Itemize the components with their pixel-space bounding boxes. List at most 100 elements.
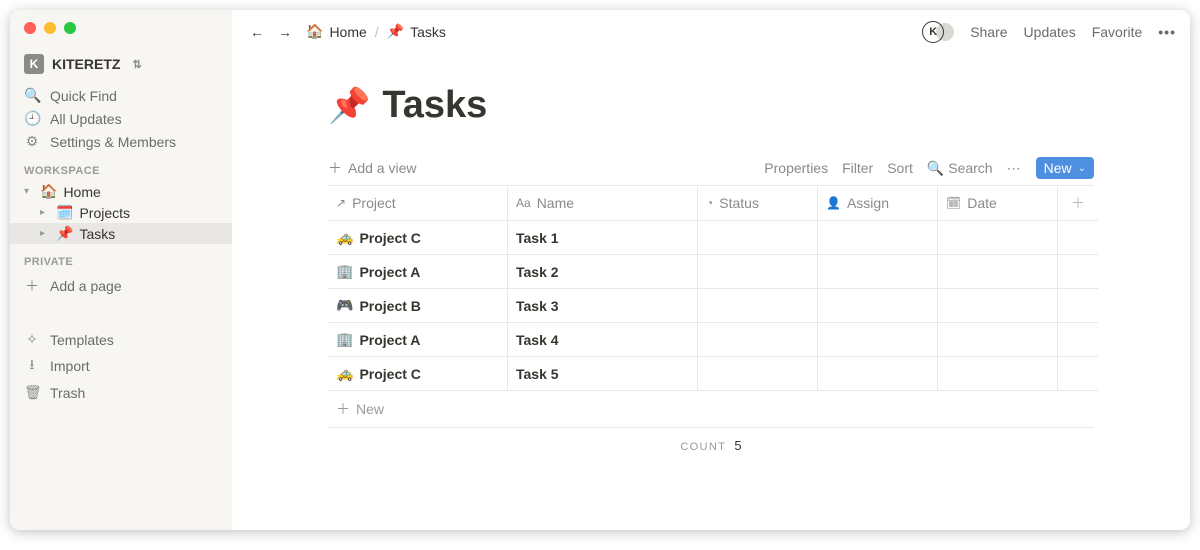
cell-name[interactable]: Task 1 bbox=[508, 221, 698, 255]
cell-project-text: Project A bbox=[359, 264, 420, 280]
cell-assign[interactable] bbox=[818, 255, 938, 289]
nav-forward-button[interactable]: → bbox=[274, 22, 296, 42]
cell-date[interactable] bbox=[938, 357, 1058, 391]
tree-tasks-label: Tasks bbox=[79, 226, 115, 242]
col-date-label: Date bbox=[967, 195, 997, 211]
share-button[interactable]: Share bbox=[970, 24, 1007, 40]
breadcrumb-current[interactable]: 📌 Tasks bbox=[387, 23, 446, 40]
avatar[interactable]: K bbox=[922, 21, 944, 43]
col-assign[interactable]: 👤Assign bbox=[818, 187, 938, 221]
cell-status[interactable] bbox=[698, 357, 818, 391]
cell-empty bbox=[1058, 289, 1098, 323]
gear-icon: ⚙ bbox=[24, 133, 40, 150]
maximize-window-dot[interactable] bbox=[64, 22, 76, 34]
caret-right-icon: ▸ bbox=[40, 228, 50, 239]
project-emoji-icon: 🚕 bbox=[336, 229, 353, 246]
trash[interactable]: 🗑 Trash bbox=[10, 381, 232, 404]
cell-name[interactable]: Task 2 bbox=[508, 255, 698, 289]
cell-project-text: Project B bbox=[359, 298, 420, 314]
templates-icon: ✧ bbox=[24, 331, 40, 348]
search-label: Search bbox=[948, 160, 992, 176]
col-date[interactable]: 🗓 Date bbox=[938, 187, 1058, 221]
pin-icon: 📌 bbox=[387, 23, 404, 40]
search-button[interactable]: 🔍 Search bbox=[927, 160, 993, 177]
table-row[interactable]: 🏢Project ATask 2 bbox=[328, 255, 1094, 289]
count-value: 5 bbox=[734, 438, 741, 453]
plus-icon: ＋ bbox=[336, 399, 350, 419]
cell-project[interactable]: 🚕Project C bbox=[328, 221, 508, 255]
updates-button[interactable]: Updates bbox=[1024, 24, 1076, 40]
workspace-name: KITERETZ bbox=[52, 56, 120, 72]
properties-button[interactable]: Properties bbox=[764, 160, 828, 176]
add-view-button[interactable]: ＋ Add a view bbox=[328, 158, 416, 178]
col-assign-label: Assign bbox=[847, 195, 889, 211]
cell-project[interactable]: 🚕 Project C bbox=[328, 357, 508, 391]
cell-assign[interactable] bbox=[818, 357, 938, 391]
table-row[interactable]: 🚕 Project C Task 5 bbox=[328, 357, 1094, 391]
cell-name[interactable]: Task 4 bbox=[508, 323, 698, 357]
col-name[interactable]: AaName bbox=[508, 187, 698, 221]
table-row[interactable]: 🏢Project ATask 4 bbox=[328, 323, 1094, 357]
select-icon: ◔ bbox=[706, 196, 713, 210]
workspace-badge: K bbox=[24, 54, 44, 74]
quick-find[interactable]: 🔍 Quick Find bbox=[10, 84, 232, 107]
cell-project[interactable]: 🏢Project A bbox=[328, 323, 508, 357]
close-window-dot[interactable] bbox=[24, 22, 36, 34]
page-title[interactable]: 📌 Tasks bbox=[328, 84, 1094, 127]
templates[interactable]: ✧ Templates bbox=[10, 328, 232, 351]
cell-project[interactable]: 🏢Project A bbox=[328, 255, 508, 289]
breadcrumb-home[interactable]: 🏠 Home bbox=[306, 23, 367, 40]
cell-date[interactable] bbox=[938, 255, 1058, 289]
minimize-window-dot[interactable] bbox=[44, 22, 56, 34]
tree-home[interactable]: ▾ 🏠 Home bbox=[10, 181, 232, 202]
cell-date[interactable] bbox=[938, 289, 1058, 323]
settings-members[interactable]: ⚙ Settings & Members bbox=[10, 130, 232, 153]
count-row: COUNT 5 bbox=[328, 428, 1094, 463]
col-project[interactable]: ↗Project bbox=[328, 187, 508, 221]
new-row-button[interactable]: ＋ New bbox=[328, 391, 1094, 428]
add-column-button[interactable]: ＋ bbox=[1058, 186, 1098, 221]
nav-back-button[interactable]: ← bbox=[246, 22, 268, 42]
cell-status[interactable] bbox=[698, 289, 818, 323]
table-row[interactable]: 🚕Project CTask 1 bbox=[328, 221, 1094, 255]
cell-name[interactable]: Task 5 bbox=[508, 357, 698, 391]
chevron-down-icon: ⌄ bbox=[1078, 163, 1086, 174]
search-icon: 🔍 bbox=[927, 160, 944, 176]
calendar-icon: 🗓️ bbox=[56, 204, 73, 221]
add-page[interactable]: ＋ Add a page bbox=[10, 272, 232, 300]
more-menu-button[interactable]: ••• bbox=[1158, 24, 1176, 40]
col-status-label: Status bbox=[719, 195, 759, 211]
project-emoji-icon: 🚕 bbox=[336, 365, 353, 382]
sidebar-section-workspace: WORKSPACE bbox=[10, 153, 232, 181]
sort-button[interactable]: Sort bbox=[887, 160, 913, 176]
all-updates[interactable]: 🕘 All Updates bbox=[10, 107, 232, 130]
cell-project-text: Project C bbox=[359, 366, 420, 382]
tree-tasks[interactable]: ▸ 📌 Tasks bbox=[10, 223, 232, 244]
table-row[interactable]: 🎮Project BTask 3 bbox=[328, 289, 1094, 323]
new-row-label: New bbox=[356, 401, 384, 417]
filter-button[interactable]: Filter bbox=[842, 160, 873, 176]
cell-name-text: Task 5 bbox=[516, 366, 559, 382]
chevron-updown-icon: ⇅ bbox=[132, 58, 141, 71]
cell-status[interactable] bbox=[698, 323, 818, 357]
table: ↗Project AaName ◔ Status 👤Assign 🗓 Date ＋ … bbox=[328, 185, 1094, 463]
cell-assign[interactable] bbox=[818, 323, 938, 357]
cell-assign[interactable] bbox=[818, 221, 938, 255]
cell-status[interactable] bbox=[698, 221, 818, 255]
all-updates-label: All Updates bbox=[50, 111, 122, 127]
cell-project[interactable]: 🎮Project B bbox=[328, 289, 508, 323]
tree-projects[interactable]: ▸ 🗓️ Projects bbox=[10, 202, 232, 223]
cell-name[interactable]: Task 3 bbox=[508, 289, 698, 323]
view-more-button[interactable]: ⋯ bbox=[1007, 160, 1022, 177]
cell-assign[interactable] bbox=[818, 289, 938, 323]
cell-status[interactable] bbox=[698, 255, 818, 289]
col-status[interactable]: ◔ Status bbox=[698, 187, 818, 221]
import[interactable]: ⭳ Import bbox=[10, 351, 232, 381]
favorite-button[interactable]: Favorite bbox=[1092, 24, 1143, 40]
cell-date[interactable] bbox=[938, 221, 1058, 255]
cell-date[interactable] bbox=[938, 323, 1058, 357]
view-bar: ＋ Add a view Properties Filter Sort 🔍 Se… bbox=[328, 157, 1094, 185]
workspace-switcher[interactable]: K KITERETZ ⇅ bbox=[10, 50, 232, 84]
calendar-icon: 🗓 bbox=[946, 196, 961, 210]
new-button[interactable]: New ⌄ bbox=[1036, 157, 1094, 179]
